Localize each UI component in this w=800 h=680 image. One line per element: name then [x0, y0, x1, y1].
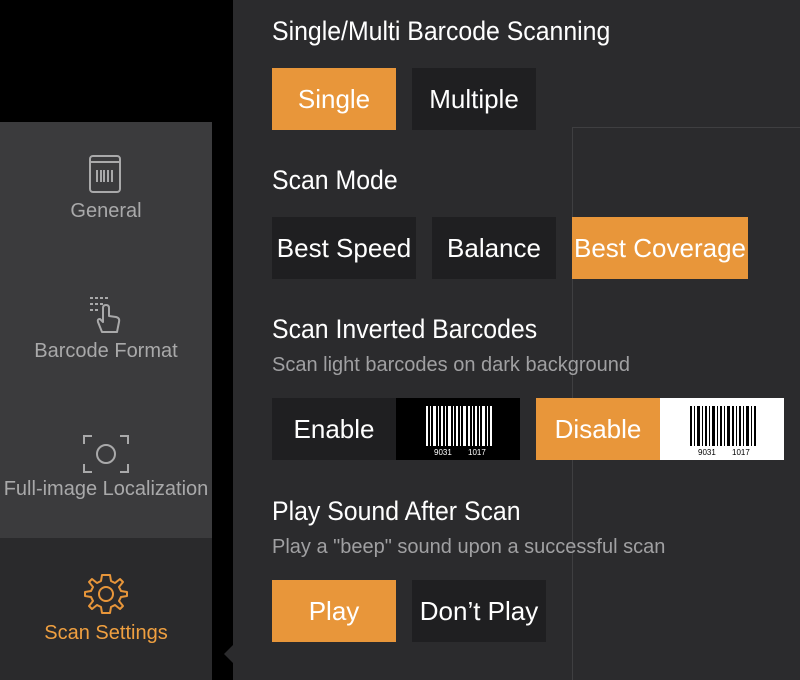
- section-title-inverted: Scan Inverted Barcodes: [272, 314, 538, 344]
- background-frame-line: [572, 127, 800, 128]
- barcode-icon: 9031 1017: [426, 406, 492, 457]
- barcode-number: 1017: [468, 448, 486, 457]
- barcode-icon: 9031 1017: [690, 406, 756, 457]
- section-subtitle-inverted: Scan light barcodes on dark background: [272, 354, 631, 376]
- section-title-sound: Play Sound After Scan: [272, 496, 521, 526]
- dont-play-button[interactable]: Don’t Play: [412, 580, 546, 642]
- balance-button[interactable]: Balance: [432, 217, 556, 279]
- sidebar-item-label: Barcode Format: [34, 340, 178, 362]
- disable-button[interactable]: Disable: [536, 398, 660, 460]
- sidebar-item-scan-settings[interactable]: Scan Settings: [0, 538, 212, 680]
- sidebar-item-label: Scan Settings: [44, 622, 168, 644]
- sidebar-item-full-image-localization[interactable]: Full-image Localization: [0, 398, 212, 536]
- barcode-number: 1017: [732, 448, 750, 457]
- enable-button[interactable]: Enable: [272, 398, 396, 460]
- section-subtitle-sound: Play a "beep" sound upon a successful sc…: [272, 536, 666, 558]
- best-coverage-button[interactable]: Best Coverage: [572, 217, 748, 279]
- top-black-region: [0, 0, 233, 122]
- section-title-scan-mode: Scan Mode: [272, 165, 398, 195]
- sidebar-item-label: General: [70, 200, 142, 222]
- sidebar: General Barcode Format Full-image Locali…: [0, 122, 212, 680]
- barcode-number: 9031: [698, 448, 716, 457]
- section-title-scanning: Single/Multi Barcode Scanning: [272, 16, 611, 46]
- book-icon: [89, 155, 121, 193]
- sidebar-divider: [212, 0, 233, 680]
- gear-icon: [84, 574, 128, 614]
- sidebar-item-label: Full-image Localization: [3, 478, 209, 500]
- inverted-barcode-image[interactable]: 9031 1017: [396, 398, 520, 460]
- single-button[interactable]: Single: [272, 68, 396, 130]
- multiple-button[interactable]: Multiple: [412, 68, 536, 130]
- active-pointer: [224, 645, 233, 663]
- barcode-number: 9031: [434, 448, 452, 457]
- tap-barcode-icon: [90, 297, 121, 333]
- focus-frame-icon: [83, 435, 129, 473]
- sidebar-item-barcode-format[interactable]: Barcode Format: [0, 260, 212, 398]
- normal-barcode-image[interactable]: 9031 1017: [660, 398, 784, 460]
- sidebar-item-general[interactable]: General: [0, 122, 212, 260]
- best-speed-button[interactable]: Best Speed: [272, 217, 416, 279]
- play-button[interactable]: Play: [272, 580, 396, 642]
